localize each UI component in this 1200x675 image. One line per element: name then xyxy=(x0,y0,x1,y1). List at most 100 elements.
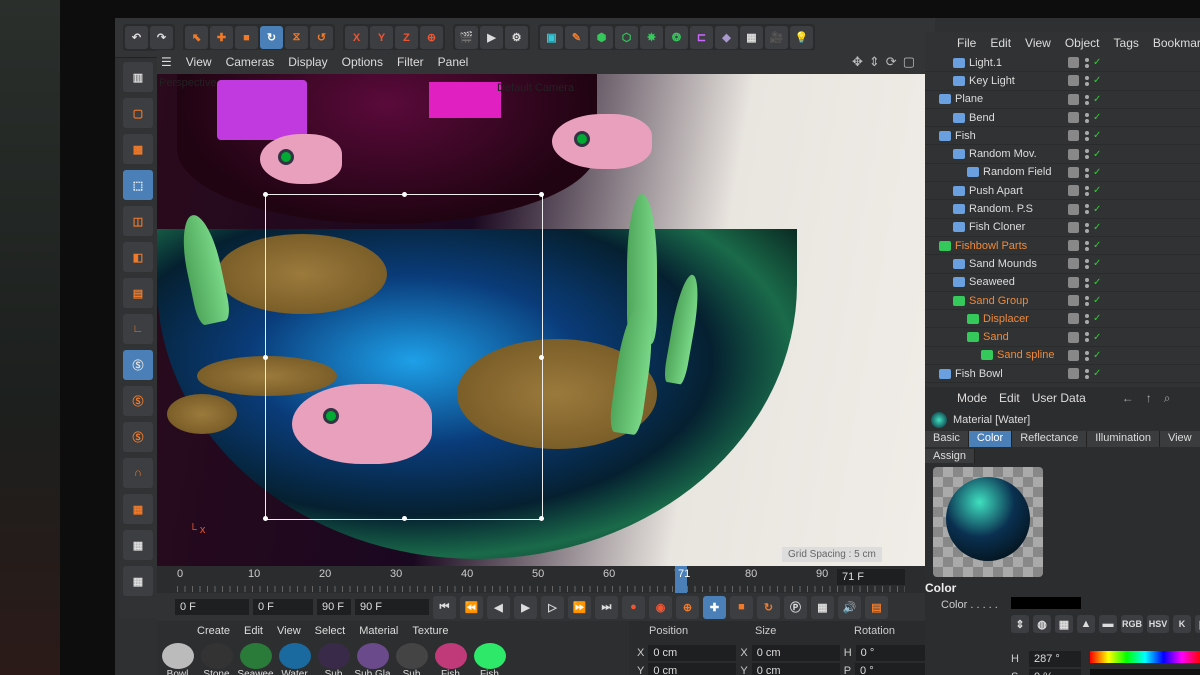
hue-slider[interactable] xyxy=(1090,651,1200,663)
material-swatch[interactable]: Water xyxy=(276,643,313,675)
attr-menu-user-data[interactable]: User Data xyxy=(1032,391,1086,405)
menu-display[interactable]: Display xyxy=(288,55,327,69)
tab-illumination[interactable]: Illumination xyxy=(1087,431,1160,447)
render-region-selection[interactable] xyxy=(263,192,544,521)
object-row[interactable]: Displacer ✓ xyxy=(925,310,1200,329)
texture-mode-icon[interactable]: ▩ xyxy=(123,134,153,164)
start-frame-field[interactable]: 0 F xyxy=(175,599,249,615)
menu-filter[interactable]: Filter xyxy=(397,55,424,69)
render-visibility-dot[interactable] xyxy=(1085,173,1089,178)
up-arrow-icon[interactable]: ↑ xyxy=(1146,391,1152,405)
sound-icon[interactable]: 🔊 xyxy=(838,595,861,619)
render-visibility-dot[interactable] xyxy=(1085,210,1089,215)
uv-mode-icon[interactable]: ▤ xyxy=(123,278,153,308)
object-row[interactable]: Fish ✓ xyxy=(925,127,1200,146)
editor-visibility-dot[interactable] xyxy=(1085,149,1089,154)
recent-tools-icon[interactable]: ⧖ xyxy=(285,26,308,49)
enabled-check-icon[interactable]: ✓ xyxy=(1093,167,1101,178)
tab-color[interactable]: Color xyxy=(968,431,1013,447)
layer-checkbox[interactable] xyxy=(1068,75,1079,87)
grid-icon[interactable]: ▦ xyxy=(123,566,153,596)
object-row[interactable]: Random. P.S ✓ xyxy=(925,200,1200,219)
scale-key-icon[interactable]: ■ xyxy=(730,595,753,619)
spline-pen-icon[interactable]: ✎ xyxy=(565,26,588,49)
layer-checkbox[interactable] xyxy=(1068,258,1079,270)
pan-view-icon[interactable]: ✥ xyxy=(852,54,863,70)
material-swatch[interactable]: Sub xyxy=(393,643,430,675)
enabled-check-icon[interactable]: ✓ xyxy=(1093,130,1101,141)
object-row[interactable]: Plane ✓ xyxy=(925,91,1200,109)
menu-tags[interactable]: Tags xyxy=(1114,36,1139,50)
polygons-mode-icon[interactable]: ◧ xyxy=(123,242,153,272)
coordinate-system-icon[interactable]: ↺ xyxy=(310,26,333,49)
object-row[interactable]: Fishbowl Parts ✓ xyxy=(925,237,1200,256)
editor-visibility-dot[interactable] xyxy=(1085,259,1089,264)
render-visibility-dot[interactable] xyxy=(1085,265,1089,270)
enabled-check-icon[interactable]: ✓ xyxy=(1093,94,1101,105)
layer-checkbox[interactable] xyxy=(1068,368,1079,380)
autokey-icon[interactable]: ◉ xyxy=(649,595,672,619)
position-key-icon[interactable]: ✚ xyxy=(703,595,726,619)
menu-file[interactable]: File xyxy=(957,36,976,50)
saturation-slider[interactable] xyxy=(1090,669,1200,675)
mat-menu-material[interactable]: Material xyxy=(359,625,398,637)
param-key-icon[interactable]: Ⓟ xyxy=(784,595,807,619)
editor-visibility-dot[interactable] xyxy=(1085,112,1089,117)
editor-visibility-dot[interactable] xyxy=(1085,295,1089,300)
rotate-tool-icon[interactable]: ↻ xyxy=(260,26,283,49)
field-icon[interactable]: ❂ xyxy=(665,26,688,49)
x-axis-lock-button[interactable]: X xyxy=(345,26,368,49)
enabled-check-icon[interactable]: ✓ xyxy=(1093,332,1101,343)
swatch-icon[interactable]: ▬ xyxy=(1099,615,1117,633)
render-settings-icon[interactable]: ⚙ xyxy=(505,26,528,49)
material-swatch[interactable]: Fish xyxy=(432,643,469,675)
editor-visibility-dot[interactable] xyxy=(1085,277,1089,282)
workplane-icon[interactable]: ▦ xyxy=(123,494,153,524)
object-row[interactable]: Bend ✓ xyxy=(925,109,1200,128)
lock-workplane-icon[interactable]: ▦ xyxy=(123,530,153,560)
material-swatch[interactable]: Sub Gla xyxy=(354,643,391,675)
snap-workplane-icon[interactable]: Ⓢ xyxy=(123,422,153,452)
render-visibility-dot[interactable] xyxy=(1085,137,1089,142)
material-swatch[interactable]: Bowl xyxy=(159,643,196,675)
timeline-window-icon[interactable]: ▤ xyxy=(865,595,888,619)
render-visibility-dot[interactable] xyxy=(1085,375,1089,380)
mat-menu-select[interactable]: Select xyxy=(315,625,346,637)
maximize-view-icon[interactable]: ▢ xyxy=(903,54,915,70)
deformer-bend-icon[interactable]: ⊏ xyxy=(690,26,713,49)
enabled-check-icon[interactable]: ✓ xyxy=(1093,313,1101,324)
points-mode-icon[interactable]: ⬚ xyxy=(123,170,153,200)
mat-menu-view[interactable]: View xyxy=(277,625,301,637)
enabled-check-icon[interactable]: ✓ xyxy=(1093,368,1101,379)
magnet-tool-icon[interactable]: ∩ xyxy=(123,458,153,488)
back-arrow-icon[interactable]: ← xyxy=(1122,391,1134,405)
axis-mode-icon[interactable]: ∟ xyxy=(123,314,153,344)
rgb-button[interactable]: RGB xyxy=(1121,615,1143,633)
next-frame-icon[interactable]: ▷ xyxy=(541,595,564,619)
point-level-icon[interactable]: ▦ xyxy=(811,595,834,619)
layer-checkbox[interactable] xyxy=(1068,221,1079,233)
layer-checkbox[interactable] xyxy=(1068,166,1079,178)
layer-checkbox[interactable] xyxy=(1068,276,1079,288)
y-axis-lock-button[interactable]: Y xyxy=(370,26,393,49)
render-visibility-dot[interactable] xyxy=(1085,192,1089,197)
camera-icon[interactable]: 🎥 xyxy=(765,26,788,49)
next-key-icon[interactable]: ⏩ xyxy=(568,595,591,619)
material-swatch[interactable]: Fish Eye xyxy=(471,643,508,675)
menu-bookmarks[interactable]: Bookmarks xyxy=(1153,36,1200,50)
object-row[interactable]: Random Mov. ✓ xyxy=(925,145,1200,164)
layer-checkbox[interactable] xyxy=(1068,331,1079,343)
render-view-icon[interactable]: 🎬 xyxy=(455,26,478,49)
make-editable-icon[interactable]: ▥ xyxy=(123,62,153,92)
record-keys-icon[interactable]: ● xyxy=(622,595,645,619)
scale-tool-icon[interactable]: ■ xyxy=(235,26,258,49)
layer-checkbox[interactable] xyxy=(1068,240,1079,252)
menu-panel[interactable]: Panel xyxy=(438,55,469,69)
editor-visibility-dot[interactable] xyxy=(1085,240,1089,245)
render-picture-viewer-icon[interactable]: ▶ xyxy=(480,26,503,49)
size-x-field[interactable]: 0 cm xyxy=(751,645,840,661)
extrude-icon[interactable]: ⬡ xyxy=(615,26,638,49)
snap-icon[interactable]: Ⓢ xyxy=(123,350,153,380)
play-icon[interactable]: ▶ xyxy=(514,595,537,619)
undo-icon[interactable]: ↶ xyxy=(125,26,148,49)
